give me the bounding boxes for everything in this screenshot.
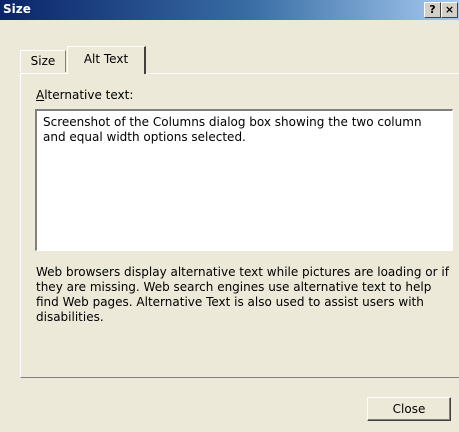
alternative-text-label: Alternative text: bbox=[36, 88, 133, 102]
alternative-text-field[interactable]: Screenshot of the Columns dialog box sho… bbox=[35, 109, 453, 251]
help-description: Web browsers display alternative text wh… bbox=[36, 265, 449, 324]
help-icon[interactable]: ? bbox=[424, 2, 441, 18]
tab-size[interactable]: Size bbox=[20, 50, 66, 72]
tab-alt-text[interactable]: Alt Text bbox=[67, 46, 146, 74]
close-button[interactable]: Close bbox=[367, 397, 451, 421]
window-title: Size bbox=[3, 2, 31, 16]
tab-size-label: Size bbox=[30, 54, 56, 68]
label-rest: lternative text: bbox=[44, 88, 134, 102]
title-bar[interactable]: Size ? × bbox=[0, 0, 459, 20]
label-accelerator: A bbox=[36, 88, 45, 102]
close-icon[interactable]: × bbox=[441, 2, 458, 18]
tab-alt-text-label: Alt Text bbox=[83, 52, 129, 66]
size-dialog: Size ? × Size Alt Text Alternative text:… bbox=[0, 0, 459, 432]
